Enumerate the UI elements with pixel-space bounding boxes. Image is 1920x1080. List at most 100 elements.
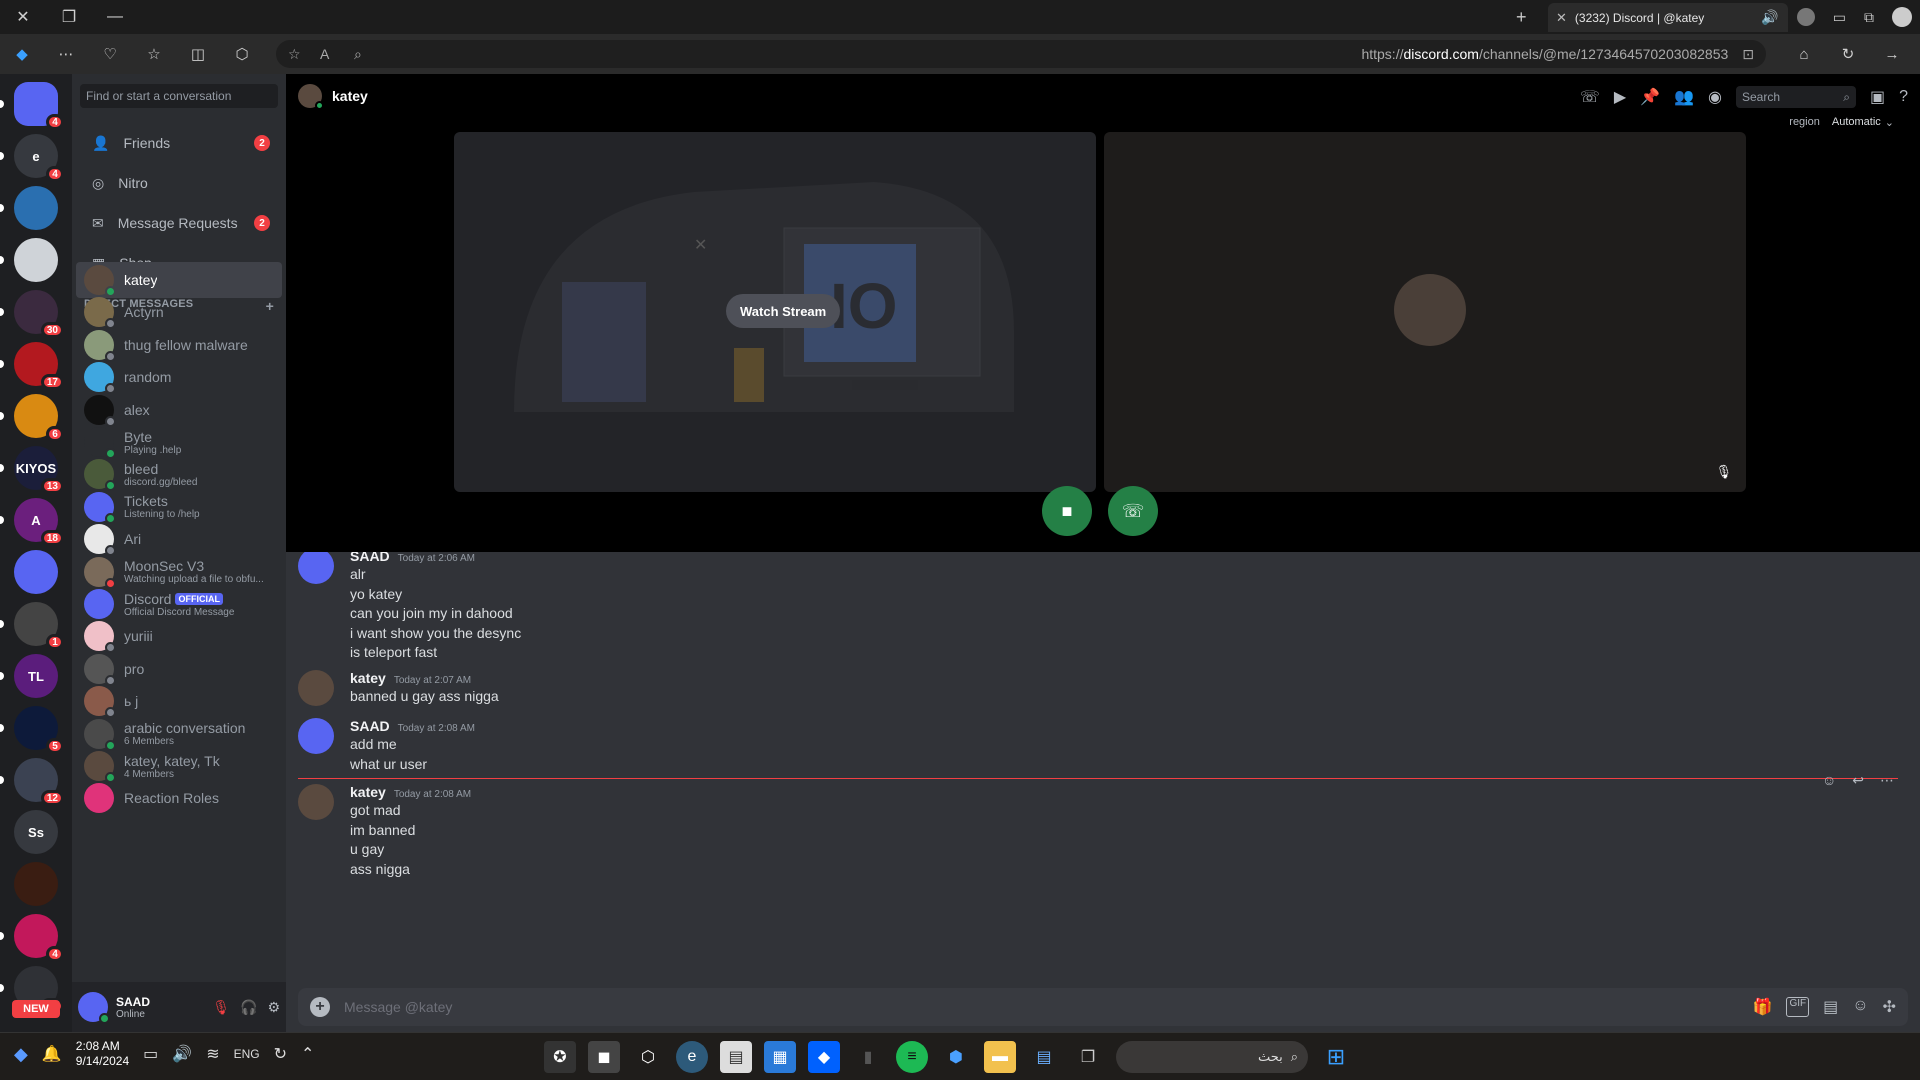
region-selector[interactable]: region Automatic ⌄ — [1789, 116, 1894, 129]
watch-stream-button[interactable]: Watch Stream — [726, 294, 841, 328]
taskbar-app-icon[interactable]: ✪ — [544, 1041, 576, 1073]
read-aloud-icon[interactable]: A — [320, 46, 329, 62]
dm-item[interactable]: Actyrn — [76, 294, 282, 330]
workspaces-icon[interactable]: ⧉ — [1864, 9, 1874, 26]
dm-item[interactable]: alex — [76, 392, 282, 428]
message-composer[interactable]: + Message @katey 🎁 GIF ▤ ☺ ✣ — [298, 988, 1908, 1026]
headphones-icon[interactable]: 🎧 — [240, 999, 257, 1016]
gif-icon[interactable]: GIF — [1786, 997, 1810, 1017]
message-avatar[interactable] — [298, 670, 334, 706]
notification-bell-icon[interactable]: 🔔 — [42, 1044, 62, 1064]
favorites-icon[interactable]: ☆ — [132, 34, 176, 74]
language-indicator[interactable]: ENG — [234, 1047, 260, 1061]
volume-icon[interactable]: 🔊 — [172, 1044, 192, 1064]
help-icon[interactable]: ? — [1899, 88, 1908, 106]
server-icon[interactable] — [0, 186, 58, 230]
minimize-window-icon[interactable]: — — [92, 0, 138, 34]
message-author[interactable]: katey Today at 2:07 AM — [350, 670, 471, 686]
server-icon[interactable]: 30 — [0, 290, 64, 338]
join-call-button[interactable]: ☏ — [1108, 486, 1158, 536]
voice-call-icon[interactable]: ☏ — [1580, 87, 1600, 107]
settings-gear-icon[interactable]: ⚙ — [267, 999, 280, 1016]
profile-icon[interactable] — [1796, 8, 1815, 26]
server-icon[interactable]: 5 — [0, 706, 64, 754]
lock-icon[interactable]: ⊡ — [1742, 46, 1754, 63]
dm-item[interactable]: Ari — [76, 521, 282, 557]
stream-tile[interactable]: IO ✕ Watch Stream — [454, 132, 1096, 492]
taskbar-app-icon[interactable]: ▤ — [720, 1041, 752, 1073]
emoji-icon[interactable]: ☺ — [1852, 997, 1868, 1017]
server-icon[interactable] — [14, 862, 58, 906]
health-icon[interactable]: ♡ — [88, 34, 132, 74]
dm-item[interactable]: yuriii — [76, 618, 282, 654]
server-icon[interactable]: A 18 — [0, 498, 64, 546]
edge-browser-icon[interactable]: e — [676, 1041, 708, 1073]
server-icon[interactable]: 1 — [0, 602, 64, 650]
chat-search-input[interactable]: Search ⌕ — [1735, 86, 1856, 108]
chevron-up-icon[interactable]: ⌃ — [301, 1044, 314, 1064]
nav-nitro[interactable]: ◎ Nitro — [80, 164, 278, 202]
inbox-icon[interactable]: ▣ — [1870, 87, 1885, 107]
taskbar-app-icon[interactable]: ⬢ — [940, 1041, 972, 1073]
taskbar-search[interactable]: بحث ⌕ — [1116, 1041, 1308, 1073]
dropbox-icon[interactable]: ◆ — [808, 1041, 840, 1073]
video-call-icon[interactable]: ▶ — [1614, 87, 1626, 107]
nav-friends[interactable]: 👤 Friends 2 — [80, 124, 278, 162]
dm-item[interactable]: Tickets Listening to /help — [76, 489, 282, 525]
message-author[interactable]: katey Today at 2:08 AM — [350, 784, 471, 800]
dm-item[interactable]: Reaction Roles — [76, 780, 282, 816]
dm-item[interactable]: arabic conversation 6 Members — [76, 716, 282, 752]
taskbar-app-icon[interactable]: ⬡ — [632, 1041, 664, 1073]
dm-search-input[interactable]: Find or start a conversation — [80, 84, 278, 108]
tab-audio-icon[interactable]: 🔊 — [1761, 9, 1778, 26]
new-tab-icon[interactable]: + — [1516, 0, 1527, 34]
server-icon[interactable]: KIYOS 13 — [0, 446, 64, 494]
participant-tile[interactable]: 🎙 — [1104, 132, 1746, 492]
clock[interactable]: 2:08 AM 9/14/2024 — [76, 1039, 129, 1069]
taskbar-app-icon[interactable]: ◼ — [588, 1041, 620, 1073]
home-icon[interactable]: ⌂ — [1782, 34, 1826, 74]
notepad-icon[interactable]: ▤ — [1028, 1041, 1060, 1073]
wifi-icon[interactable]: ≋ — [206, 1044, 219, 1064]
dm-item[interactable]: MoonSec V3 Watching upload a file to obfu… — [76, 554, 282, 590]
mute-icon[interactable]: 🎙 — [212, 999, 230, 1016]
home-button[interactable]: 4 — [0, 82, 64, 130]
new-badge[interactable]: NEW — [12, 1000, 60, 1018]
close-window-icon[interactable]: ✕ — [0, 0, 46, 34]
server-icon[interactable] — [0, 238, 58, 282]
dm-item[interactable]: bleed discord.gg/bleed — [76, 456, 282, 492]
dm-item[interactable]: Discord OFFICIAL Official Discord Message — [76, 586, 282, 622]
user-avatar[interactable] — [78, 992, 110, 1024]
spotify-icon[interactable]: ≡ — [896, 1041, 928, 1073]
dm-item[interactable]: pro — [76, 651, 282, 687]
dm-item[interactable]: ь j — [76, 683, 282, 719]
split-screen-icon[interactable]: ◫ — [176, 34, 220, 74]
reply-icon[interactable]: ↩ — [1852, 772, 1864, 789]
message-input[interactable]: Message @katey — [344, 999, 1739, 1015]
server-icon[interactable] — [14, 550, 58, 594]
address-bar[interactable]: ☆ A ⌕ https://discord.com/channels/@me/1… — [276, 40, 1766, 68]
windows-start-icon[interactable]: ⊞ — [1320, 1041, 1352, 1073]
camera-button[interactable]: ■ — [1042, 486, 1092, 536]
forward-icon[interactable]: → — [1870, 34, 1914, 74]
taskbar-app-icon[interactable]: ❐ — [1072, 1041, 1104, 1073]
extensions-icon[interactable]: ⬡ — [220, 34, 264, 74]
more-options-icon[interactable]: ⋯ — [1880, 772, 1894, 789]
dm-item[interactable]: katey, katey, Tk 4 Members — [76, 748, 282, 784]
taskbar-app-icon[interactable]: ▮ — [852, 1041, 884, 1073]
account-icon[interactable] — [1892, 7, 1912, 27]
ms-store-icon[interactable]: ▦ — [764, 1041, 796, 1073]
dm-item[interactable]: thug fellow malware — [76, 327, 282, 363]
server-icon[interactable]: Ss — [14, 810, 58, 854]
restore-window-icon[interactable]: ❐ — [46, 0, 92, 34]
browser-tab[interactable]: ✕ (3232) Discord | @katey — [1548, 3, 1788, 32]
server-icon[interactable]: 4 — [0, 914, 64, 962]
nav-message-requests[interactable]: ✉ Message Requests 2 — [80, 204, 278, 242]
tab-actions-icon[interactable]: ▭ — [1833, 9, 1846, 26]
apps-icon[interactable]: ✣ — [1883, 997, 1896, 1017]
file-explorer-icon[interactable]: ▬ — [984, 1041, 1016, 1073]
server-icon[interactable]: e4 — [0, 134, 64, 182]
sticker-icon[interactable]: ▤ — [1823, 997, 1838, 1017]
message-avatar[interactable] — [298, 784, 334, 820]
gift-icon[interactable]: 🎁 — [1753, 997, 1773, 1017]
